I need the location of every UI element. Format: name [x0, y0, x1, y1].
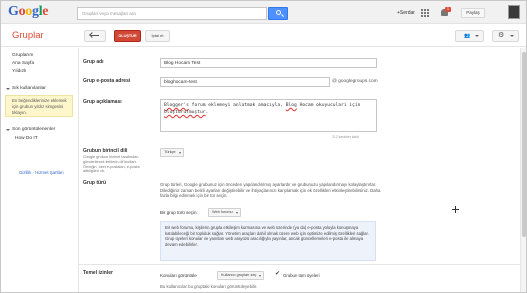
description-text: Blogger's	[164, 103, 189, 108]
logo-letter: o	[18, 4, 26, 19]
group-name-label: Grup adı	[83, 59, 104, 65]
language-label: Grubun birincil dili	[83, 148, 128, 154]
notifications-button[interactable]: 1	[441, 7, 451, 17]
scrollbar[interactable]	[520, 48, 526, 292]
group-name-field[interactable]: Blog Hocam Test	[160, 58, 377, 68]
favorites-hint: En beğendiklerinize eklemek için grubun …	[5, 95, 73, 117]
logo-letter: G	[8, 4, 19, 19]
view-topics-label: Konuları görüntüle	[160, 273, 197, 278]
top-bar: Google Gruplari veya mesajlari ara +Serd…	[1, 1, 526, 24]
notification-badge: 1	[445, 7, 451, 12]
view-topics-note: Bu kullanıcılar bu gruptaki konuları gör…	[160, 284, 258, 289]
logo-letter: g	[32, 4, 39, 19]
search-icon	[276, 10, 281, 15]
sidebar-item-home[interactable]: Ana Sayfa	[12, 61, 34, 66]
action-bar: Gruplar OLUŞTUR İptal et 👥 ⚙	[1, 24, 526, 47]
group-type-info: Bir web forumu, kişilerin grupla etkileş…	[160, 221, 376, 261]
description-text: oluşturulmuştur	[164, 110, 206, 115]
people-icon: 👥	[464, 33, 471, 39]
settings-menu-button[interactable]: ⚙	[492, 30, 519, 42]
checkmark-icon: ✔	[275, 271, 281, 277]
back-arrow-icon	[91, 35, 99, 37]
members-menu-button[interactable]: 👥	[455, 30, 484, 42]
group-description-label: Grup açıklaması	[83, 99, 122, 105]
sidebar-item-recent-group[interactable]: How Do IT	[15, 136, 38, 141]
language-description: Google grubun hizmet tarafından gönderil…	[83, 155, 140, 174]
logo-letter: e	[42, 4, 49, 19]
description-text: Hocam okuyuculari için	[296, 103, 361, 108]
section-divider	[79, 264, 526, 265]
language-select[interactable]: Türkçe	[160, 148, 184, 157]
sidebar-item-my-groups[interactable]: Gruplarım	[12, 53, 33, 58]
group-type-description: Grup türleri, Google grubunuz için önced…	[160, 182, 381, 199]
user-profile-link[interactable]: +Serdar	[397, 10, 415, 16]
sidebar-section-favorites[interactable]: Sık kullanılanlar	[12, 86, 46, 91]
cancel-button[interactable]: İptal et	[145, 30, 170, 42]
avatar[interactable]	[508, 5, 520, 19]
group-description-field[interactable]: Blogger's forum eklemeyi anlatmak amacıy…	[160, 99, 377, 132]
group-email-field[interactable]: bloghocam-test	[160, 77, 330, 87]
create-button[interactable]: OLUŞTUR	[114, 30, 141, 42]
email-domain-suffix: @ googlegroups.com	[332, 79, 378, 84]
groups-window: Google Gruplari veya mesajlari ara +Serd…	[0, 0, 527, 293]
gear-icon: ⚙	[498, 32, 505, 39]
view-topics-select[interactable]: Kullanıcı grupları seç	[217, 271, 265, 280]
chevron-down-icon[interactable]	[6, 129, 10, 131]
app-title[interactable]: Gruplar	[12, 30, 44, 41]
sidebar-section-recent[interactable]: Son görüntülenenler	[12, 127, 55, 132]
permissions-label: Temel izinler	[83, 270, 113, 276]
description-text: Blog	[285, 103, 297, 108]
chevron-down-icon[interactable]	[6, 88, 10, 90]
logo-letter: o	[25, 4, 32, 19]
char-count: 212 karakter kaldı	[332, 135, 359, 139]
footer-links[interactable]: Gizlilik - Hizmet Şartları	[19, 170, 64, 175]
description-text: forum eklemeyi anlatmak amacıyla,	[188, 103, 286, 108]
search-button[interactable]	[268, 7, 288, 20]
group-type-select-label: Bir grup türü seçin:	[160, 210, 198, 215]
group-email-label: Grup e-posta adresi	[83, 78, 131, 84]
apps-grid-icon[interactable]	[421, 9, 429, 17]
google-logo[interactable]: Google	[8, 4, 49, 20]
view-topics-selected: Grubun tüm üyeleri	[283, 273, 320, 278]
share-button[interactable]: Paylaş	[461, 8, 485, 18]
group-type-select[interactable]: Web forumu	[208, 208, 241, 217]
description-text: .	[205, 110, 209, 115]
sidebar-item-starred[interactable]: Yıldızlı	[12, 69, 26, 74]
search-input[interactable]: Gruplari veya mesajlari ara	[77, 7, 267, 20]
scrollbar-thumb[interactable]	[522, 52, 526, 237]
group-type-label: Grup türü	[83, 180, 107, 186]
back-button[interactable]	[84, 30, 106, 42]
sidebar: Gruplarım Ana Sayfa Yıldızlı Sık kullanı…	[1, 48, 77, 292]
create-group-form: Grup adı Blog Hocam Test Grup e-posta ad…	[78, 48, 526, 292]
